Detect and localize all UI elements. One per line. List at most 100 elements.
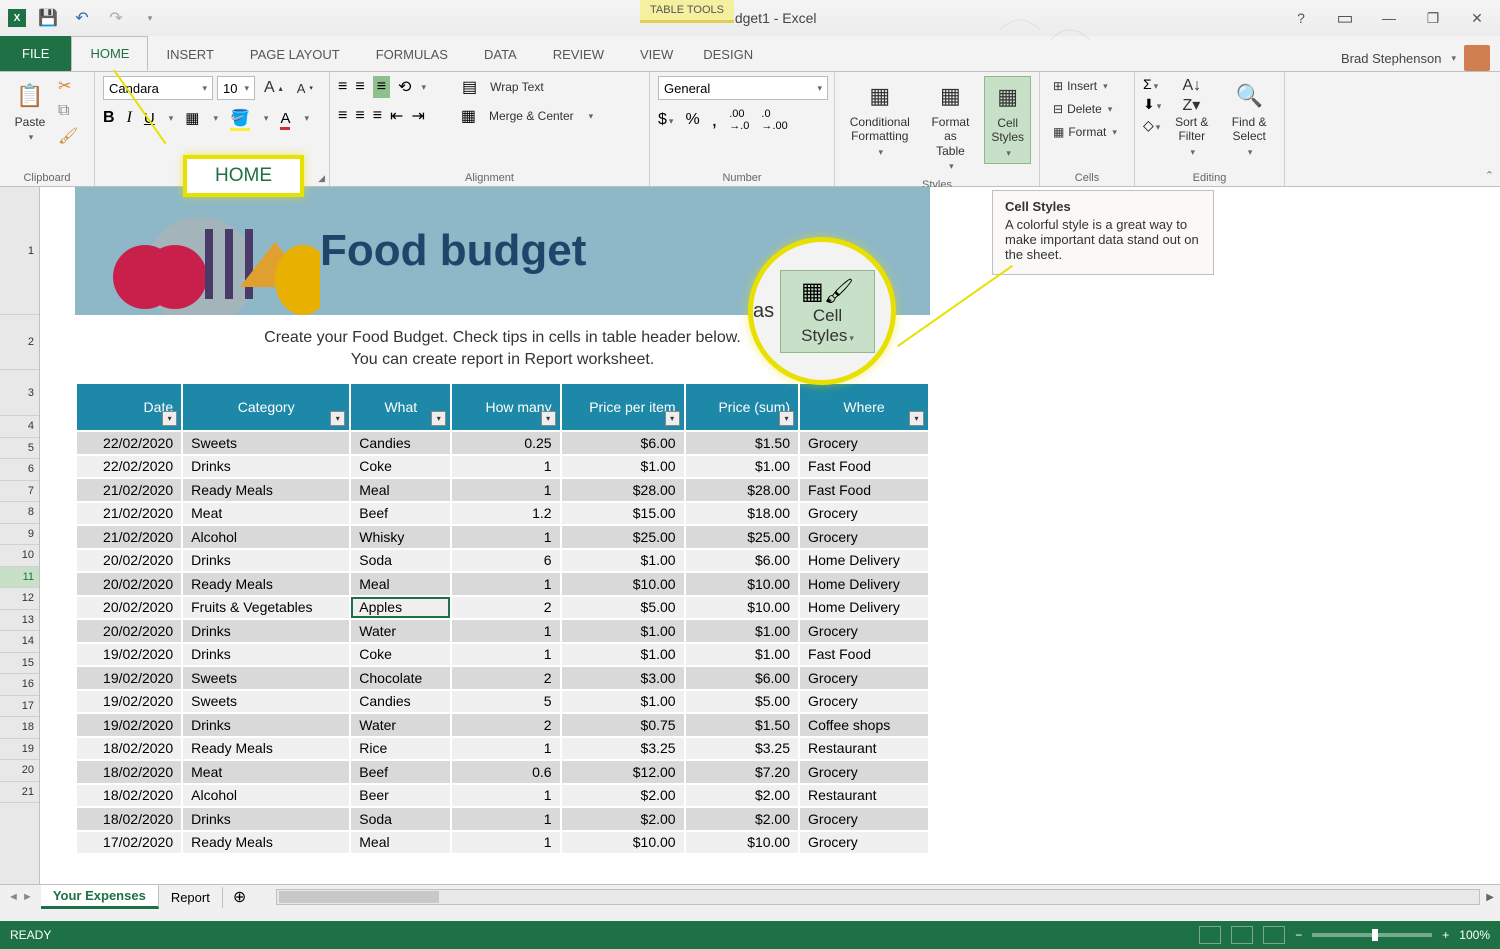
- border-icon[interactable]: ▦: [185, 109, 199, 127]
- increase-indent-icon[interactable]: ⇥: [411, 106, 424, 126]
- row-header[interactable]: 8: [0, 502, 39, 524]
- cell-category[interactable]: Drinks: [183, 644, 349, 666]
- row-header[interactable]: 21: [0, 782, 39, 804]
- dialog-launch-icon[interactable]: ◢: [318, 173, 325, 184]
- tab-formulas[interactable]: FORMULAS: [358, 38, 466, 71]
- cell-category[interactable]: Alcohol: [183, 785, 349, 807]
- row-header[interactable]: 4: [0, 416, 39, 438]
- scroll-right-icon[interactable]: ▶: [1480, 892, 1500, 903]
- align-left-icon[interactable]: ≡: [338, 107, 347, 125]
- sort-filter-button[interactable]: A↓Z▾ Sort & Filter▾: [1167, 76, 1216, 162]
- cell-what[interactable]: Meal: [351, 573, 450, 595]
- tab-design[interactable]: DESIGN: [685, 38, 771, 71]
- row-header[interactable]: 20: [0, 760, 39, 782]
- cell-date[interactable]: 20/02/2020: [77, 597, 181, 619]
- filter-icon[interactable]: ▾: [665, 411, 680, 426]
- decrease-decimal-icon[interactable]: .0→.00: [761, 108, 787, 132]
- font-color-icon[interactable]: A: [280, 110, 290, 127]
- paste-button[interactable]: 📋 Paste ▾: [8, 76, 52, 147]
- cell-price[interactable]: $2.00: [562, 808, 684, 830]
- header-how-many[interactable]: How many▾: [452, 384, 559, 430]
- header-price-sum[interactable]: Price (sum)▾: [686, 384, 798, 430]
- row-header[interactable]: 2: [0, 315, 39, 370]
- table-row[interactable]: 17/02/2020Ready MealsMeal1$10.00$10.00Gr…: [77, 832, 928, 854]
- cell-where[interactable]: Grocery: [800, 808, 928, 830]
- zoom-out-icon[interactable]: −: [1295, 928, 1302, 942]
- cell-price[interactable]: $3.00: [562, 667, 684, 689]
- cell-category[interactable]: Ready Meals: [183, 573, 349, 595]
- tab-insert[interactable]: INSERT: [148, 38, 231, 71]
- cell-where[interactable]: Grocery: [800, 503, 928, 525]
- cell-sum[interactable]: $2.00: [686, 808, 798, 830]
- ribbon-options-icon[interactable]: ▭: [1330, 3, 1360, 33]
- cell-category[interactable]: Alcohol: [183, 526, 349, 548]
- cell-where[interactable]: Restaurant: [800, 785, 928, 807]
- zoom-level[interactable]: 100%: [1459, 928, 1490, 942]
- cell-styles-button[interactable]: ▦ Cell Styles▾: [984, 76, 1031, 164]
- cell-date[interactable]: 20/02/2020: [77, 573, 181, 595]
- cell-qty[interactable]: 2: [452, 714, 559, 736]
- cell-qty[interactable]: 1: [452, 479, 559, 501]
- sheet-tab-report[interactable]: Report: [159, 887, 223, 908]
- cell-what[interactable]: Beef: [351, 503, 450, 525]
- cell-price[interactable]: $28.00: [562, 479, 684, 501]
- cell-price[interactable]: $1.00: [562, 644, 684, 666]
- cell-price[interactable]: $0.75: [562, 714, 684, 736]
- cell-qty[interactable]: 5: [452, 691, 559, 713]
- row-header[interactable]: 16: [0, 674, 39, 696]
- filter-icon[interactable]: ▾: [431, 411, 446, 426]
- cell-where[interactable]: Home Delivery: [800, 597, 928, 619]
- cell-qty[interactable]: 1: [452, 456, 559, 478]
- row-header[interactable]: 1: [0, 187, 39, 315]
- cell-where[interactable]: Grocery: [800, 620, 928, 642]
- cell-where[interactable]: Grocery: [800, 432, 928, 454]
- cell-sum[interactable]: $18.00: [686, 503, 798, 525]
- row-header[interactable]: 18: [0, 717, 39, 739]
- cell-what[interactable]: Beef: [351, 761, 450, 783]
- cell-category[interactable]: Sweets: [183, 691, 349, 713]
- cell-price[interactable]: $10.00: [562, 832, 684, 854]
- row-header[interactable]: 9: [0, 524, 39, 546]
- horizontal-scrollbar[interactable]: [276, 889, 1480, 905]
- filter-icon[interactable]: ▾: [909, 411, 924, 426]
- table-row[interactable]: 19/02/2020SweetsChocolate2$3.00$6.00Groc…: [77, 667, 928, 689]
- currency-icon[interactable]: $▾: [658, 111, 673, 129]
- save-icon[interactable]: 💾: [36, 6, 60, 30]
- chevron-down-icon[interactable]: ▾: [1451, 53, 1456, 64]
- cell-where[interactable]: Home Delivery: [800, 573, 928, 595]
- cell-where[interactable]: Grocery: [800, 526, 928, 548]
- table-row[interactable]: 20/02/2020DrinksWater1$1.00$1.00Grocery: [77, 620, 928, 642]
- cell-sum[interactable]: $6.00: [686, 550, 798, 572]
- align-middle-icon[interactable]: ≡: [355, 78, 364, 96]
- cell-sum[interactable]: $1.00: [686, 456, 798, 478]
- tab-review[interactable]: REVIEW: [535, 38, 622, 71]
- cell-what[interactable]: Whisky: [351, 526, 450, 548]
- table-row[interactable]: 18/02/2020MeatBeef0.6$12.00$7.20Grocery: [77, 761, 928, 783]
- cell-qty[interactable]: 1: [452, 808, 559, 830]
- cell-sum[interactable]: $2.00: [686, 785, 798, 807]
- cell-where[interactable]: Home Delivery: [800, 550, 928, 572]
- cell-where[interactable]: Coffee shops: [800, 714, 928, 736]
- align-bottom-icon[interactable]: ≡: [373, 76, 390, 98]
- cell-what[interactable]: Beer: [351, 785, 450, 807]
- zoom-in-icon[interactable]: +: [1442, 928, 1449, 942]
- bold-icon[interactable]: B: [103, 109, 115, 127]
- number-format-input[interactable]: General▾: [658, 76, 828, 100]
- cell-price[interactable]: $12.00: [562, 761, 684, 783]
- cell-date[interactable]: 22/02/2020: [77, 456, 181, 478]
- tab-data[interactable]: DATA: [466, 38, 535, 71]
- cell-qty[interactable]: 2: [452, 667, 559, 689]
- orientation-icon[interactable]: ⟲: [398, 77, 411, 97]
- cell-date[interactable]: 19/02/2020: [77, 667, 181, 689]
- fill-color-icon[interactable]: 🪣: [230, 108, 250, 128]
- fill-icon[interactable]: ⬇▾: [1143, 96, 1161, 113]
- help-icon[interactable]: ?: [1286, 3, 1316, 33]
- cell-date[interactable]: 22/02/2020: [77, 432, 181, 454]
- increase-font-icon[interactable]: A▴: [259, 76, 288, 100]
- cell-sum[interactable]: $6.00: [686, 667, 798, 689]
- cell-qty[interactable]: 0.25: [452, 432, 559, 454]
- align-top-icon[interactable]: ≡: [338, 78, 347, 96]
- filter-icon[interactable]: ▾: [330, 411, 345, 426]
- cell-price[interactable]: $1.00: [562, 691, 684, 713]
- table-row[interactable]: 20/02/2020Fruits & VegetablesApples2$5.0…: [77, 597, 928, 619]
